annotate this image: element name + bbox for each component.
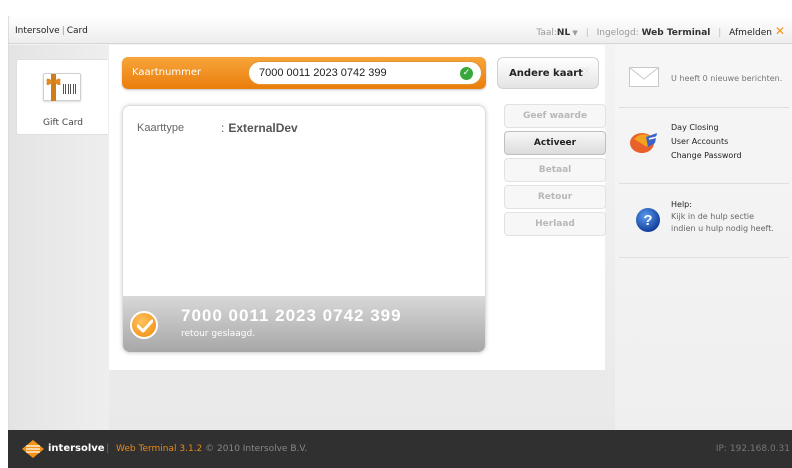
footer-brand: intersolve <box>48 443 105 454</box>
result-bar: 7000 0011 2023 0742 399 retour geslaagd. <box>123 296 485 352</box>
return-button[interactable]: Retour <box>504 185 606 209</box>
tools-section: Day Closing User Accounts Change Passwor… <box>615 119 792 175</box>
logged-in-user: Web Terminal <box>641 28 711 38</box>
app-window: Intersolve | Card Taal:NL ▼ | Ingelogd: We… <box>8 16 792 430</box>
tools-icon <box>630 133 658 153</box>
breadcrumb-section: Card <box>66 26 88 36</box>
help-icon: ? <box>636 208 660 232</box>
card-details-panel: Kaarttype : ExternalDev 7000 0011 2023 07… <box>122 105 486 353</box>
messages-section[interactable]: U heeft 0 nieuwe berichten. <box>615 57 792 97</box>
intersolve-logo-icon <box>22 440 44 458</box>
help-section[interactable]: ? Help: Kijk in de hulp sectie indien u … <box>615 195 792 255</box>
footer-copyright: © 2010 Intersolve B.V. <box>205 444 308 454</box>
close-icon[interactable]: ✕ <box>775 24 785 38</box>
ribbon-bow-icon <box>46 78 61 85</box>
help-title: Help: <box>671 200 692 209</box>
card-number-bar: Kaartnummer ✓ <box>122 57 486 89</box>
language-label: Taal: <box>536 28 557 38</box>
card-type-value: : ExternalDev <box>221 121 298 135</box>
result-card-number: 7000 0011 2023 0742 399 <box>181 306 402 325</box>
day-closing-link[interactable]: Day Closing <box>671 121 742 135</box>
pay-button[interactable]: Betaal <box>504 158 606 182</box>
breadcrumb-brand: Intersolve <box>15 26 60 36</box>
chevron-down-icon[interactable]: ▼ <box>570 29 577 37</box>
language-select[interactable]: NL <box>557 28 570 38</box>
barcode-icon <box>63 84 77 94</box>
give-value-button[interactable]: Geef waarde <box>504 104 606 128</box>
change-password-link[interactable]: Change Password <box>671 149 742 163</box>
footer: intersolve | Web Terminal 3.1.2 © 2010 I… <box>8 430 792 468</box>
success-check-icon <box>130 311 158 339</box>
user-bar: Taal:NL ▼ | Ingelogd: Web Terminal | Afm… <box>536 24 785 38</box>
card-number-input[interactable] <box>248 61 482 85</box>
gift-card-label: Gift Card <box>43 118 83 128</box>
right-sidebar: U heeft 0 nieuwe berichten. Day Closing … <box>615 45 792 430</box>
other-card-button[interactable]: Andere kaart ✕ <box>497 57 599 89</box>
footer-product: Web Terminal 3.1.2 <box>116 444 203 454</box>
tab-gift-card[interactable]: Gift Card <box>16 59 108 135</box>
card-number-label: Kaartnummer <box>132 67 202 78</box>
close-icon: ✕ <box>579 65 590 80</box>
help-text-line-2: indien u hulp nodig heeft. <box>671 224 774 233</box>
logged-in-label: Ingelogd: <box>596 28 639 38</box>
envelope-icon <box>629 67 659 87</box>
activate-button[interactable]: Activeer <box>504 131 606 155</box>
result-message: retour geslaagd. <box>181 329 256 339</box>
check-circle-icon: ✓ <box>460 67 473 80</box>
card-type-label: Kaarttype <box>137 122 185 134</box>
top-bar: Intersolve | Card Taal:NL ▼ | Ingelogd: We… <box>9 16 792 44</box>
reload-button[interactable]: Herlaad <box>504 212 606 236</box>
divider <box>619 183 789 184</box>
logout-link[interactable]: Afmelden <box>729 28 772 38</box>
user-accounts-link[interactable]: User Accounts <box>671 135 742 149</box>
main-content: Kaartnummer ✓ Andere kaart ✕ Kaarttype :… <box>109 45 606 370</box>
divider <box>619 257 789 258</box>
gift-card-icon <box>43 73 81 101</box>
breadcrumb: Intersolve | Card <box>15 26 88 36</box>
divider <box>619 107 789 108</box>
footer-ip: IP: 192.168.0.31 <box>715 444 790 454</box>
help-text-line-1: Kijk in de hulp sectie <box>671 212 754 221</box>
messages-text: U heeft 0 nieuwe berichten. <box>671 74 783 83</box>
svg-text:?: ? <box>643 212 652 229</box>
